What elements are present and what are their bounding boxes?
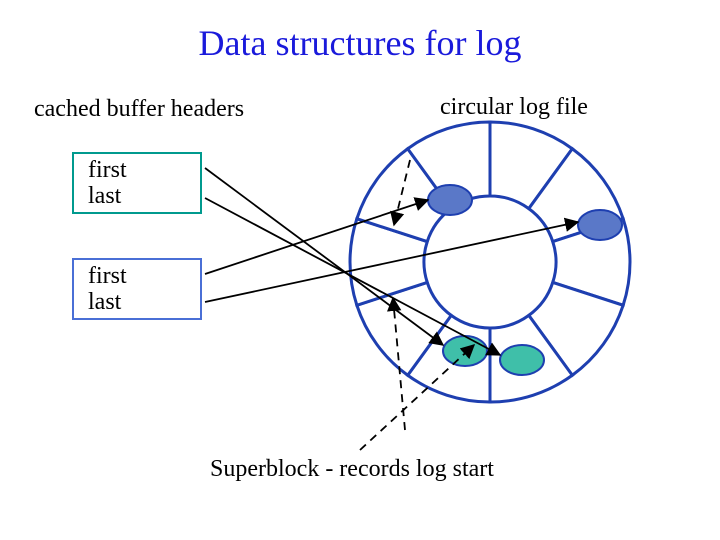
disk-icon: [350, 122, 630, 402]
caption-superblock: Superblock - records log start: [210, 456, 494, 483]
buffer-header-blue: first last: [72, 258, 202, 320]
disk-sector: [408, 315, 490, 402]
disk-sector: [357, 149, 451, 242]
label-cached-buffers: cached buffer headers: [34, 96, 244, 123]
disk-sector: [408, 122, 490, 209]
disk-sector: [357, 282, 451, 375]
last-label: last: [88, 289, 200, 315]
arrow-green-last: [205, 198, 500, 355]
disk-sector: [350, 219, 427, 306]
buf-blue-1: [428, 185, 472, 215]
disk-sector: [529, 282, 623, 375]
slide-title: Data structures for log: [0, 22, 720, 64]
disk-sector: [529, 149, 623, 242]
arrow-green-first: [205, 168, 443, 345]
last-label: last: [88, 183, 200, 209]
first-label: first: [88, 263, 200, 289]
buf-green-1: [443, 336, 487, 366]
arrow-blue-last: [205, 222, 578, 302]
dashed-arrow-1: [394, 160, 410, 225]
buf-green-2: [500, 345, 544, 375]
dashed-arrow-2: [393, 298, 405, 430]
disk-sector: [490, 315, 572, 402]
disk-sector: [553, 219, 630, 306]
dashed-arrow-3: [360, 345, 474, 450]
label-circular-log: circular log file: [440, 94, 588, 121]
arrow-blue-first: [205, 200, 428, 274]
first-label: first: [88, 157, 200, 183]
disk-sector: [490, 122, 572, 209]
buffer-header-green: first last: [72, 152, 202, 214]
buf-blue-2: [578, 210, 622, 240]
